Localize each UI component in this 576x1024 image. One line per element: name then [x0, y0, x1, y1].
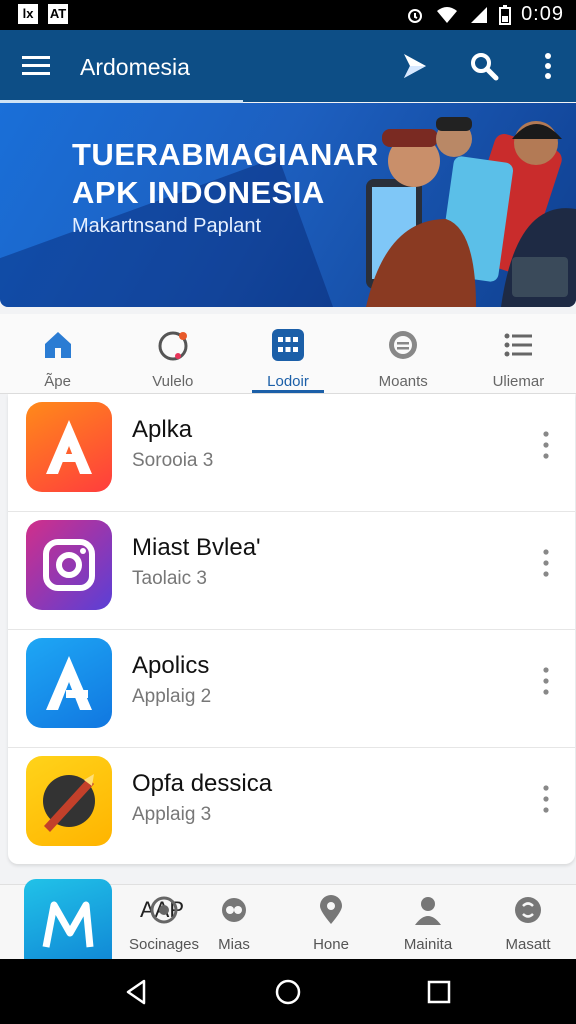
- status-notification-icon: lx: [18, 4, 38, 24]
- list-item[interactable]: Apolics Applaig 2: [8, 630, 575, 748]
- tab-label: Vulelo: [152, 373, 194, 390]
- nav-label: Mias: [218, 936, 250, 953]
- tab-label: Ãpe: [44, 373, 71, 390]
- apk-a-icon: [26, 402, 112, 492]
- battery-icon: [499, 4, 512, 25]
- clock: 0:09: [521, 3, 564, 25]
- list-item[interactable]: Opfa dessica Applaig 3: [8, 748, 575, 866]
- signal-icon: [471, 6, 488, 23]
- status-bar: lx AT 0:09: [0, 0, 576, 30]
- menu-icon[interactable]: [22, 54, 50, 78]
- app-store-icon: [26, 638, 112, 728]
- list-icon: [504, 333, 533, 357]
- more-icon[interactable]: [538, 430, 554, 460]
- tab-home[interactable]: Ãpe: [0, 314, 115, 393]
- banner-headline-2: APK INDONESIA: [72, 175, 325, 210]
- more-icon[interactable]: [538, 548, 554, 578]
- app-subtitle: Sorooia 3: [132, 450, 214, 471]
- app-title: Ardomesia: [80, 54, 190, 80]
- app-name: Aplka: [132, 416, 193, 443]
- more-icon[interactable]: [534, 50, 562, 82]
- list-item[interactable]: Aplka Sorooia 3: [8, 394, 575, 512]
- alarm-icon: [408, 8, 423, 23]
- settings-icon: [150, 896, 178, 924]
- category-tabs: Ãpe Vulelo Lodoir Moants Uliemar: [0, 314, 576, 394]
- brush-icon: [26, 756, 112, 846]
- tab-list[interactable]: Uliemar: [461, 314, 576, 393]
- app-subtitle: Applaig 2: [132, 686, 212, 707]
- bottom-navigation: AAP Socinages Mias Hone Mainita Masatt: [0, 879, 576, 960]
- play-store-icon[interactable]: [398, 50, 430, 82]
- chat-icon: [222, 898, 246, 922]
- home-icon: [44, 332, 71, 358]
- tab-grid[interactable]: Lodoir: [230, 314, 345, 393]
- list-item[interactable]: Miast Bvlea' Taolaic 3: [8, 512, 575, 630]
- nav-home[interactable]: Hone: [283, 895, 379, 953]
- app-name: Miast Bvlea': [132, 534, 261, 561]
- banner-illustration: [366, 117, 576, 307]
- location-icon: [320, 895, 342, 924]
- tab-chat[interactable]: Moants: [346, 314, 461, 393]
- tab-label: Uliemar: [492, 373, 545, 390]
- person-icon: [415, 897, 441, 925]
- grid-icon: [272, 329, 304, 361]
- wifi-icon: [437, 6, 458, 23]
- tab-video[interactable]: Vulelo: [115, 314, 230, 393]
- nav-label: Masatt: [505, 936, 551, 953]
- chat-icon: [389, 331, 418, 359]
- system-navigation-bar: [0, 959, 576, 1024]
- more-icon[interactable]: [538, 784, 554, 814]
- tab-label: Moants: [378, 373, 428, 390]
- back-icon[interactable]: [122, 977, 152, 1007]
- nav-money[interactable]: Masatt: [480, 895, 576, 953]
- featured-app-icon[interactable]: [24, 879, 112, 960]
- nav-label: Mainita: [403, 936, 453, 953]
- search-icon[interactable]: [468, 50, 500, 82]
- app-name: Apolics: [132, 652, 210, 679]
- banner-subtitle: Makartnsand Paplant: [72, 215, 262, 237]
- status-notification-icon: AT: [48, 4, 68, 24]
- tab-label: Lodoir: [267, 373, 309, 390]
- camera-icon: [26, 520, 112, 610]
- video-icon: [158, 331, 188, 361]
- money-icon: [515, 897, 541, 923]
- more-icon[interactable]: [538, 666, 554, 696]
- app-bar: Ardomesia: [0, 30, 576, 102]
- promo-banner[interactable]: TUERABMAGIANAR APK INDONESIA Makartnsand…: [0, 103, 576, 307]
- app-subtitle: Applaig 3: [132, 804, 212, 825]
- nav-label: Hone: [313, 936, 349, 953]
- app-list: Aplka Sorooia 3 Miast Bvlea' Taolaic 3 A…: [8, 394, 575, 864]
- app-subtitle: Taolaic 3: [132, 568, 207, 589]
- recents-icon[interactable]: [424, 977, 454, 1007]
- app-name: Opfa dessica: [132, 770, 273, 797]
- nav-messages[interactable]: Mias: [186, 895, 282, 953]
- nav-profile[interactable]: Mainita: [380, 895, 476, 953]
- home-button-icon[interactable]: [273, 977, 303, 1007]
